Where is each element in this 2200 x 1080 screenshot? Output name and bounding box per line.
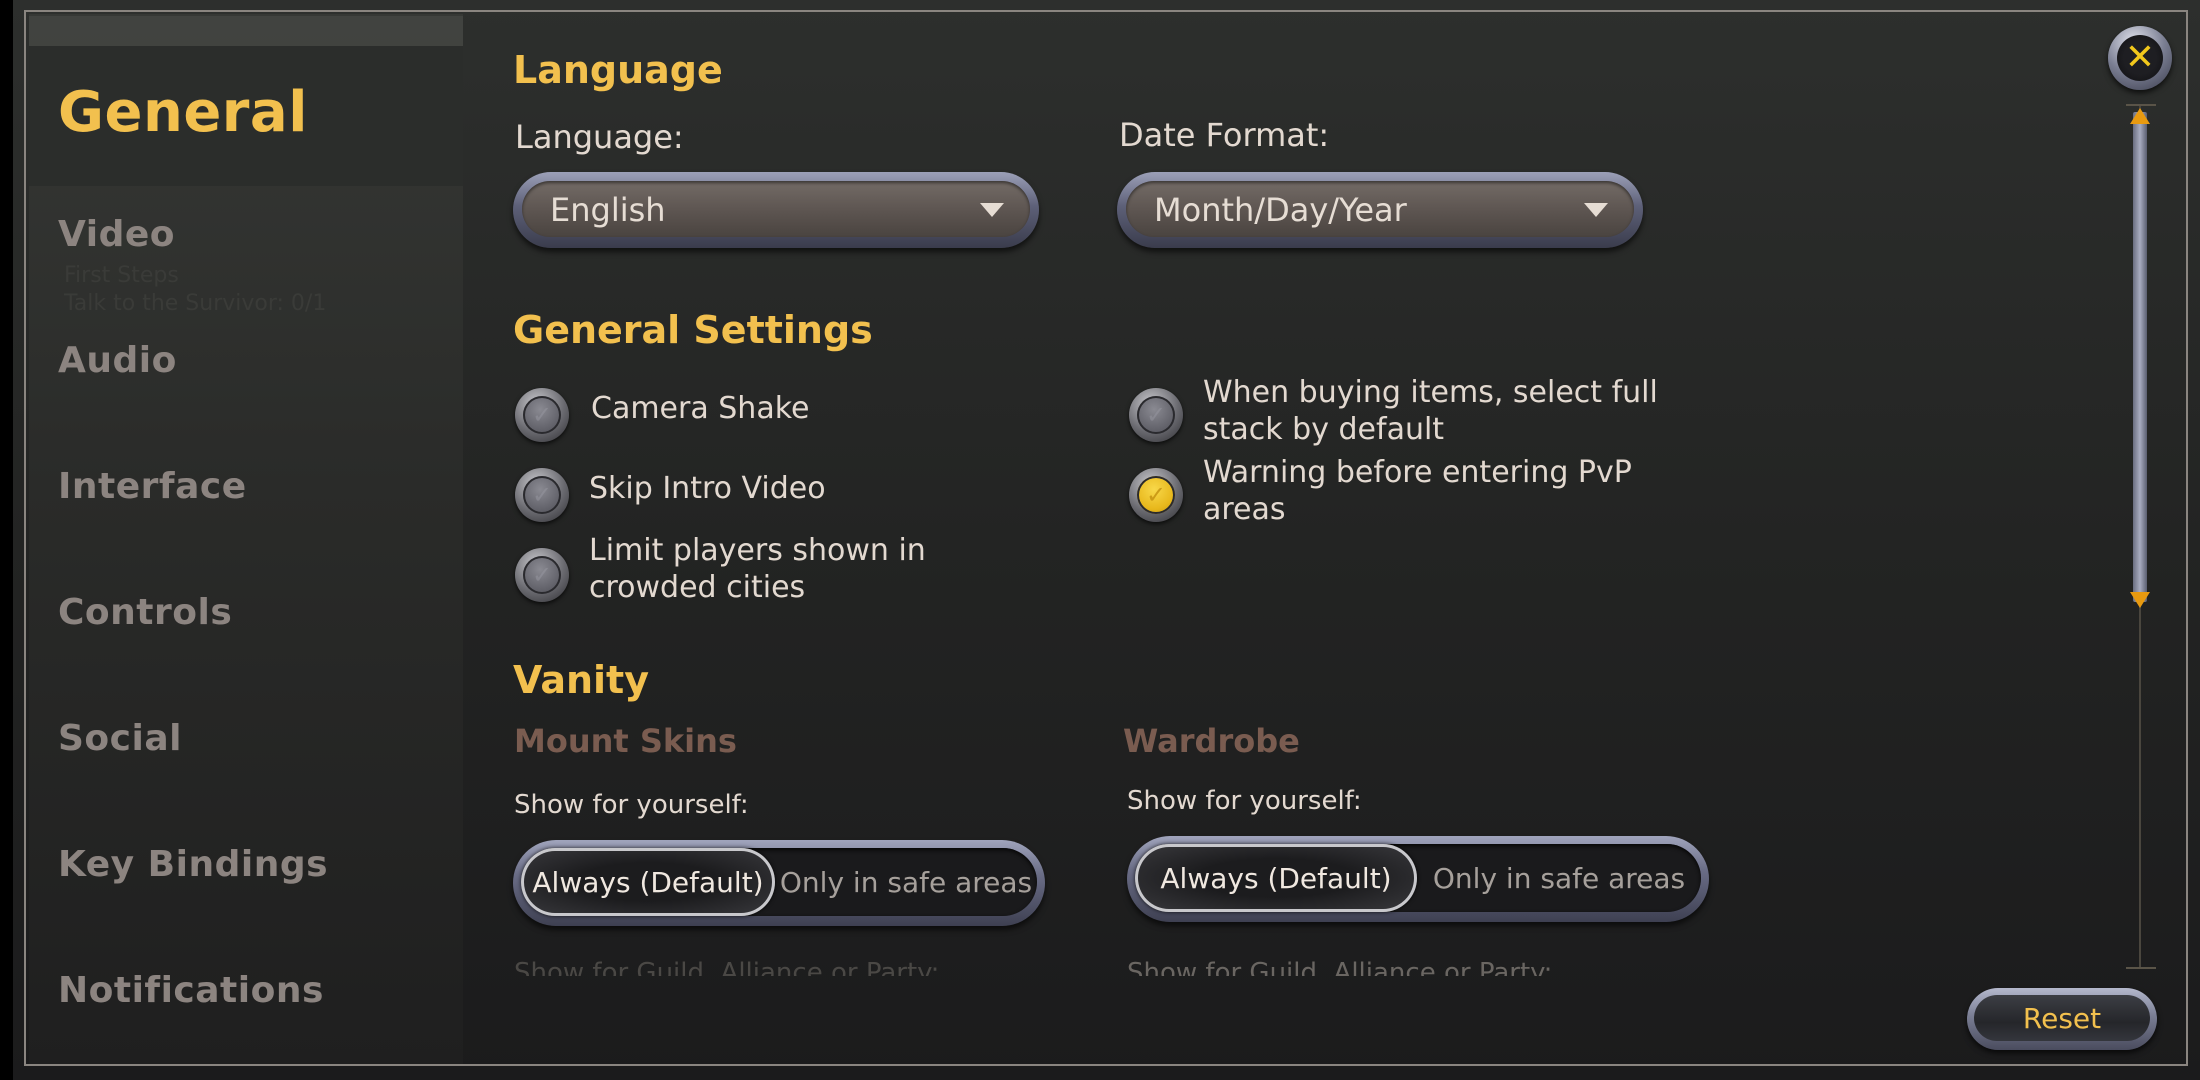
pvp-warning-checkbox[interactable]: ✓ bbox=[1129, 468, 1183, 522]
mount-skins-option-safe-areas[interactable]: Only in safe areas bbox=[775, 848, 1037, 916]
sidebar-item-general[interactable]: General bbox=[58, 80, 308, 145]
limit-players-label: Limit players shown in crowded cities bbox=[589, 533, 926, 605]
sidebar-top-strip bbox=[29, 16, 463, 46]
checkmark-icon: ✓ bbox=[531, 401, 553, 429]
sidebar-item-controls[interactable]: Controls bbox=[58, 592, 232, 633]
checkbox-face: ✓ bbox=[1137, 396, 1175, 434]
checkmark-icon: ✓ bbox=[531, 481, 553, 509]
date-format-dropdown[interactable]: Month/Day/Year bbox=[1117, 172, 1643, 248]
wardrobe-option-safe-areas[interactable]: Only in safe areas bbox=[1417, 844, 1701, 912]
mount-skins-toggle: Always (Default) Only in safe areas bbox=[513, 840, 1045, 926]
checkbox-face: ✓ bbox=[523, 556, 561, 594]
date-format-dropdown-field: Month/Day/Year bbox=[1126, 181, 1634, 237]
checkmark-icon: ✓ bbox=[1145, 401, 1167, 429]
scroll-up-arrow-icon[interactable] bbox=[2130, 108, 2150, 124]
camera-shake-checkbox[interactable]: ✓ bbox=[515, 388, 569, 442]
reset-button[interactable]: Reset bbox=[1967, 988, 2157, 1050]
mount-skins-title: Mount Skins bbox=[514, 722, 737, 760]
checkbox-face: ✓ bbox=[1137, 476, 1175, 514]
wardrobe-option-always[interactable]: Always (Default) bbox=[1135, 844, 1417, 912]
limit-players-checkbox[interactable]: ✓ bbox=[515, 548, 569, 602]
pvp-warning-label: Warning before entering PvP areas bbox=[1203, 455, 1632, 527]
full-stack-label: When buying items, select full stack by … bbox=[1203, 375, 1658, 447]
section-title-vanity: Vanity bbox=[513, 658, 649, 702]
mount-skins-toggle-track: Always (Default) Only in safe areas bbox=[521, 848, 1037, 916]
wardrobe-show-yourself-label: Show for yourself: bbox=[1127, 786, 1362, 816]
background-quest-title: First Steps bbox=[64, 263, 179, 288]
scrollbar-thumb[interactable] bbox=[2133, 112, 2147, 602]
settings-sidebar: General Video First Steps Talk to the Su… bbox=[29, 14, 463, 1064]
checkbox-face: ✓ bbox=[523, 396, 561, 434]
language-dropdown-field: English bbox=[522, 181, 1030, 237]
close-button[interactable]: ✕ bbox=[2108, 26, 2172, 90]
full-stack-checkbox[interactable]: ✓ bbox=[1129, 388, 1183, 442]
date-format-dropdown-value: Month/Day/Year bbox=[1154, 191, 1407, 229]
checkmark-icon: ✓ bbox=[531, 561, 553, 589]
language-dropdown[interactable]: English bbox=[513, 172, 1039, 248]
camera-shake-label: Camera Shake bbox=[591, 391, 810, 426]
mount-skins-guild-label: Show for Guild, Alliance or Party: bbox=[514, 958, 940, 976]
skip-intro-video-checkbox[interactable]: ✓ bbox=[515, 468, 569, 522]
date-format-label: Date Format: bbox=[1119, 116, 1330, 154]
language-label: Language: bbox=[515, 118, 684, 156]
background-quest-objective: Talk to the Survivor: 0/1 bbox=[64, 291, 327, 316]
scrollbar-top-cap bbox=[2126, 104, 2156, 106]
chevron-down-icon bbox=[980, 203, 1004, 217]
mount-skins-option-always[interactable]: Always (Default) bbox=[521, 848, 775, 916]
scrollbar-bottom-cap bbox=[2126, 967, 2156, 969]
wardrobe-title: Wardrobe bbox=[1123, 722, 1300, 760]
wardrobe-toggle-track: Always (Default) Only in safe areas bbox=[1135, 844, 1701, 912]
sidebar-item-key-bindings[interactable]: Key Bindings bbox=[58, 844, 328, 885]
sidebar-item-notifications[interactable]: Notifications bbox=[58, 970, 324, 1011]
wardrobe-guild-label: Show for Guild, Alliance or Party: bbox=[1127, 958, 1553, 976]
sidebar-item-social[interactable]: Social bbox=[58, 718, 182, 759]
settings-content: Language Language: English Date Format: … bbox=[463, 14, 2188, 1064]
section-title-language: Language bbox=[513, 48, 723, 92]
skip-intro-video-label: Skip Intro Video bbox=[589, 471, 826, 506]
mount-skins-show-yourself-label: Show for yourself: bbox=[514, 790, 749, 820]
checkbox-face: ✓ bbox=[523, 476, 561, 514]
sidebar-item-interface[interactable]: Interface bbox=[58, 466, 247, 507]
section-title-general-settings: General Settings bbox=[513, 308, 873, 352]
reset-button-label: Reset bbox=[1974, 995, 2150, 1041]
scroll-down-arrow-icon[interactable] bbox=[2130, 592, 2150, 608]
chevron-down-icon bbox=[1584, 203, 1608, 217]
sidebar-item-video[interactable]: Video bbox=[58, 214, 175, 255]
close-icon: ✕ bbox=[2117, 35, 2163, 81]
sidebar-item-audio[interactable]: Audio bbox=[58, 340, 177, 381]
wardrobe-toggle: Always (Default) Only in safe areas bbox=[1127, 836, 1709, 922]
checkmark-icon: ✓ bbox=[1145, 481, 1167, 509]
language-dropdown-value: English bbox=[550, 191, 666, 229]
